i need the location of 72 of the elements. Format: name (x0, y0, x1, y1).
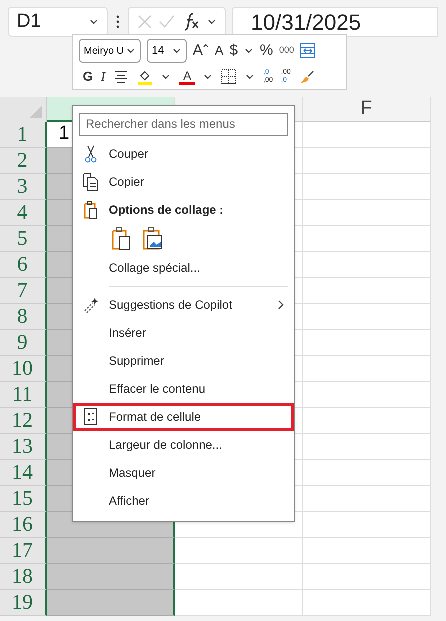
wrap-columns-icon[interactable] (300, 43, 316, 59)
chevron-right-icon (276, 300, 286, 310)
menu-item[interactable]: Copier (73, 168, 294, 196)
chevron-down-icon (89, 17, 99, 27)
select-all-corner[interactable] (0, 97, 47, 122)
menu-item[interactable]: Masquer (73, 459, 294, 487)
menu-item[interactable]: Collage spécial... (73, 254, 294, 282)
menu-item[interactable]: Supprimer (73, 347, 294, 375)
row-header[interactable]: 1 (0, 122, 47, 148)
row-header[interactable]: 14 (0, 460, 47, 486)
row-header[interactable]: 19 (0, 590, 47, 616)
copy-icon (81, 172, 101, 192)
formula-value: 10/31/2025 (251, 8, 362, 36)
name-box[interactable]: D1 (8, 7, 108, 37)
font-dropdown[interactable]: Meiryo U (79, 39, 142, 63)
row-header[interactable]: 13 (0, 434, 47, 460)
bold-button[interactable]: G (83, 67, 94, 87)
row-header[interactable]: 18 (0, 564, 47, 590)
decrease-font-button[interactable]: A (215, 41, 224, 61)
row-header[interactable]: 8 (0, 304, 47, 330)
menu-item[interactable]: Suggestions de Copilot (73, 291, 294, 319)
caret-up-icon (203, 43, 210, 49)
menu-item[interactable]: Largeur de colonne... (73, 431, 294, 459)
menu-section-header: Options de collage : (109, 202, 224, 219)
row-header[interactable]: 12 (0, 408, 47, 434)
column-header[interactable]: F (303, 97, 431, 122)
table-cell[interactable] (47, 564, 175, 590)
more-options-icon[interactable] (114, 14, 122, 30)
row-header[interactable]: 4 (0, 200, 47, 226)
currency-button[interactable]: $ (230, 40, 238, 62)
borders-icon[interactable] (221, 69, 238, 85)
chevron-down-icon (245, 72, 256, 82)
row-header[interactable]: 10 (0, 356, 47, 382)
italic-button[interactable]: I (101, 67, 106, 87)
menu-search-field[interactable]: Rechercher dans les menus (79, 112, 288, 136)
row-header[interactable]: 3 (0, 174, 47, 200)
cell-reference: D1 (17, 10, 42, 34)
increase-font-button[interactable]: A (193, 40, 204, 62)
corner-triangle-icon (30, 106, 42, 118)
row-header[interactable]: 15 (0, 486, 47, 512)
menu-item[interactable]: Couper (73, 140, 294, 168)
row-header[interactable]: 9 (0, 330, 47, 356)
chevron-down-icon (244, 46, 254, 56)
table-cell[interactable] (47, 590, 175, 616)
color-bar (179, 82, 196, 84)
font-color-button[interactable]: A (179, 70, 196, 84)
chevron-down-icon (161, 72, 172, 82)
menu-item[interactable]: Afficher (73, 487, 294, 515)
row-header[interactable]: 16 (0, 512, 47, 538)
paintbrush-icon[interactable] (298, 69, 315, 85)
row-header[interactable]: 17 (0, 538, 47, 564)
table-cell[interactable] (47, 538, 175, 564)
align-center-icon[interactable] (113, 69, 130, 85)
chevron-down-icon (207, 17, 217, 27)
row-header[interactable]: 2 (0, 148, 47, 174)
fill-color-icon[interactable] (137, 69, 154, 85)
menu-item[interactable]: Format de cellule (73, 403, 294, 431)
menu-item[interactable]: Insérer (73, 319, 294, 347)
percent-button[interactable]: % (260, 40, 274, 62)
row-header[interactable]: 5 (0, 226, 47, 252)
checkmark-icon[interactable] (159, 14, 175, 30)
chevron-down-icon (203, 72, 214, 82)
row-header[interactable]: 11 (0, 382, 47, 408)
cancel-icon[interactable] (137, 14, 153, 30)
thousands-button[interactable]: 000 (279, 44, 294, 58)
menu-item[interactable]: Effacer le contenu (73, 375, 294, 403)
chevron-down-icon (126, 46, 136, 56)
row-header[interactable]: 6 (0, 252, 47, 278)
row-header[interactable]: 7 (0, 278, 47, 304)
chevron-down-icon (172, 46, 182, 56)
font-size-dropdown[interactable]: 14 (147, 39, 188, 63)
formula-field[interactable]: 10/31/2025 (232, 7, 438, 37)
